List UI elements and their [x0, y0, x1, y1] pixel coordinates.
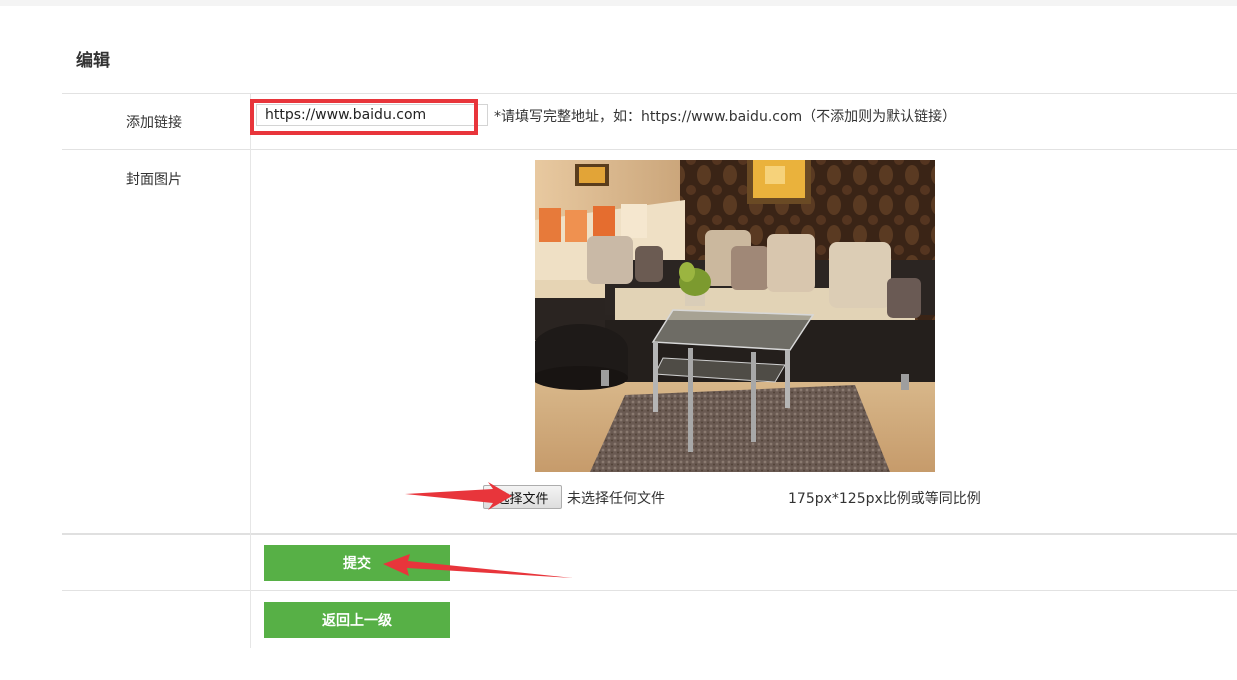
- column-divider: [250, 94, 251, 648]
- cover-label: 封面图片: [126, 172, 182, 188]
- file-status-text: 未选择任何文件: [567, 491, 665, 507]
- row-divider: [62, 590, 1237, 591]
- page-title: 编辑: [76, 51, 110, 71]
- link-hint: *请填写完整地址，如：https://www.baidu.com（不添加则为默认…: [494, 109, 957, 125]
- row-divider: [62, 149, 1237, 150]
- link-label: 添加链接: [126, 115, 182, 131]
- cover-image: [535, 160, 935, 472]
- link-input[interactable]: [256, 104, 488, 126]
- back-button[interactable]: 返回上一级: [264, 602, 450, 638]
- submit-button[interactable]: 提交: [264, 545, 450, 581]
- top-strip: [0, 0, 1237, 6]
- row-divider: [62, 93, 1237, 94]
- size-requirement-note: 175px*125px比例或等同比例: [788, 491, 981, 507]
- choose-file-button[interactable]: 选择文件: [483, 485, 562, 509]
- row-divider: [62, 533, 1237, 535]
